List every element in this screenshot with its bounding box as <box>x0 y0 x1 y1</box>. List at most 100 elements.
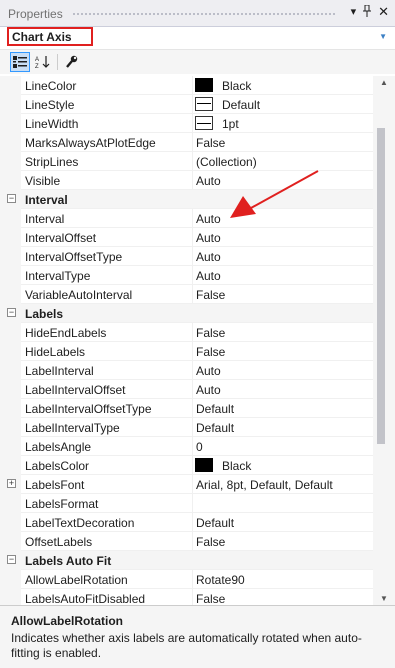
property-value[interactable]: Default <box>222 98 260 112</box>
column-divider[interactable] <box>192 570 193 589</box>
property-value[interactable]: False <box>196 592 225 605</box>
property-row[interactable]: LabelTextDecoration Default <box>0 513 373 532</box>
column-divider[interactable] <box>192 494 193 513</box>
property-value[interactable]: Black <box>222 459 251 473</box>
alphabetical-button[interactable]: A Z <box>33 52 53 72</box>
column-divider[interactable] <box>192 361 193 380</box>
category-row[interactable]: − Labels Auto Fit <box>0 551 373 570</box>
column-divider[interactable] <box>192 133 193 152</box>
property-row[interactable]: LabelIntervalType Default <box>0 418 373 437</box>
property-value[interactable]: Auto <box>196 250 221 264</box>
category-row[interactable]: − Interval <box>0 190 373 209</box>
close-icon[interactable]: ✕ <box>378 5 389 21</box>
property-row[interactable]: AllowLabelRotation Rotate90 <box>0 570 373 589</box>
property-value[interactable]: False <box>196 288 225 302</box>
property-row[interactable]: MarksAlwaysAtPlotEdge False <box>0 133 373 152</box>
property-value[interactable]: Auto <box>196 383 221 397</box>
property-value[interactable]: 0 <box>196 440 203 454</box>
column-divider[interactable] <box>192 342 193 361</box>
property-value[interactable]: False <box>196 326 225 340</box>
column-divider[interactable] <box>192 95 193 114</box>
property-value[interactable]: Arial, 8pt, Default, Default <box>196 478 333 492</box>
property-value[interactable]: Default <box>196 516 234 530</box>
property-value[interactable]: 1pt <box>222 117 239 131</box>
color-swatch <box>195 458 213 472</box>
property-row[interactable]: HideEndLabels False <box>0 323 373 342</box>
property-row[interactable]: LineColor Black <box>0 76 373 95</box>
property-row[interactable]: LabelInterval Auto <box>0 361 373 380</box>
property-row[interactable]: Visible Auto <box>0 171 373 190</box>
property-pages-button[interactable] <box>62 52 82 72</box>
column-divider[interactable] <box>192 323 193 342</box>
drag-grip[interactable] <box>72 12 335 16</box>
property-value[interactable]: False <box>196 136 225 150</box>
scroll-up-icon[interactable]: ▲ <box>380 78 388 87</box>
property-row[interactable]: LabelsAngle 0 <box>0 437 373 456</box>
column-divider[interactable] <box>192 437 193 456</box>
property-value[interactable]: Rotate90 <box>196 573 245 587</box>
property-row[interactable]: LabelsAutoFitDisabled False <box>0 589 373 605</box>
scrollbar-thumb[interactable] <box>377 128 385 444</box>
property-row[interactable]: IntervalOffset Auto <box>0 228 373 247</box>
categorized-button[interactable] <box>10 52 30 72</box>
row-gutter <box>0 76 21 95</box>
property-row[interactable]: LineStyle Default <box>0 95 373 114</box>
property-value[interactable]: False <box>196 345 225 359</box>
dropdown-arrow-icon[interactable]: ▾ <box>351 5 357 21</box>
property-value[interactable]: Auto <box>196 231 221 245</box>
column-divider[interactable] <box>192 247 193 266</box>
collapse-icon[interactable]: − <box>7 308 16 317</box>
column-divider[interactable] <box>192 532 193 551</box>
property-value[interactable]: Auto <box>196 269 221 283</box>
property-row[interactable]: LabelsFormat <box>0 494 373 513</box>
row-gutter <box>0 247 21 266</box>
property-value[interactable]: Auto <box>196 174 221 188</box>
property-row[interactable]: LabelIntervalOffset Auto <box>0 380 373 399</box>
column-divider[interactable] <box>192 513 193 532</box>
property-row[interactable]: StripLines (Collection) <box>0 152 373 171</box>
property-value[interactable]: Auto <box>196 364 221 378</box>
property-value[interactable]: Default <box>196 421 234 435</box>
column-divider[interactable] <box>192 228 193 247</box>
column-divider[interactable] <box>192 209 193 228</box>
property-row[interactable]: HideLabels False <box>0 342 373 361</box>
column-divider[interactable] <box>192 171 193 190</box>
column-divider[interactable] <box>192 589 193 605</box>
column-divider[interactable] <box>192 399 193 418</box>
column-divider[interactable] <box>192 76 193 95</box>
property-row[interactable]: Interval Auto <box>0 209 373 228</box>
column-divider[interactable] <box>192 418 193 437</box>
row-gutter <box>0 133 21 152</box>
column-divider[interactable] <box>192 380 193 399</box>
property-value[interactable]: Auto <box>196 212 221 226</box>
property-value[interactable]: (Collection) <box>196 155 257 169</box>
column-divider[interactable] <box>192 475 193 494</box>
vertical-scrollbar[interactable]: ▲ ▼ <box>373 76 395 605</box>
scroll-down-icon[interactable]: ▼ <box>380 594 388 603</box>
property-row[interactable]: LineWidth 1pt <box>0 114 373 133</box>
property-row[interactable]: IntervalType Auto <box>0 266 373 285</box>
property-row[interactable]: OffsetLabels False <box>0 532 373 551</box>
chevron-down-icon[interactable]: ▼ <box>379 32 387 41</box>
property-row[interactable]: + LabelsFont Arial, 8pt, Default, Default <box>0 475 373 494</box>
line-style-swatch <box>195 97 213 111</box>
column-divider[interactable] <box>192 152 193 171</box>
property-row[interactable]: IntervalOffsetType Auto <box>0 247 373 266</box>
column-divider[interactable] <box>192 114 193 133</box>
pin-icon[interactable] <box>362 4 372 21</box>
object-selector[interactable]: Chart Axis ▼ <box>0 27 395 50</box>
property-row[interactable]: VariableAutoInterval False <box>0 285 373 304</box>
property-row[interactable]: LabelIntervalOffsetType Default <box>0 399 373 418</box>
property-value[interactable]: Default <box>196 402 234 416</box>
column-divider[interactable] <box>192 266 193 285</box>
property-value[interactable]: Black <box>222 79 251 93</box>
collapse-icon[interactable]: − <box>7 194 16 203</box>
category-row[interactable]: − Labels <box>0 304 373 323</box>
property-value[interactable]: False <box>196 535 225 549</box>
column-divider[interactable] <box>192 456 193 475</box>
column-divider[interactable] <box>192 285 193 304</box>
expand-icon[interactable]: + <box>7 479 16 488</box>
category-label: Labels <box>25 307 64 321</box>
property-row[interactable]: LabelsColor Black <box>0 456 373 475</box>
collapse-icon[interactable]: − <box>7 555 16 564</box>
